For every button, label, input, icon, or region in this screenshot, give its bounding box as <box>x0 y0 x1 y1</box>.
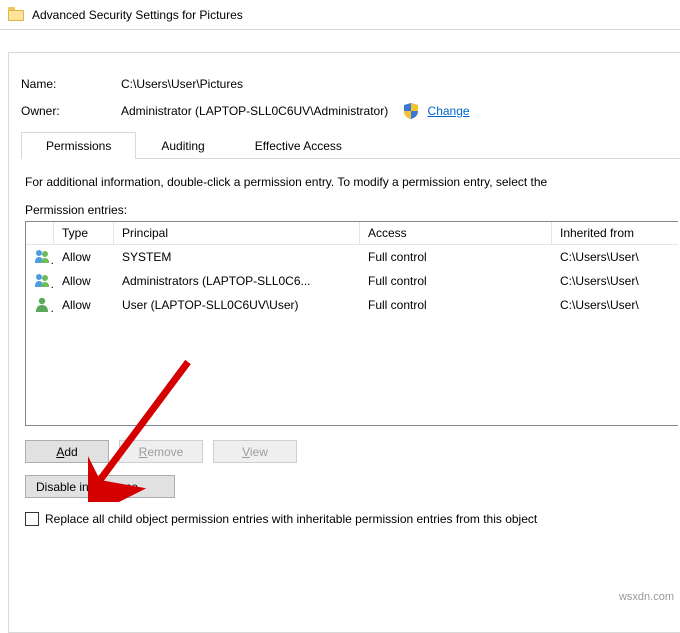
window-title: Advanced Security Settings for Pictures <box>32 8 243 22</box>
name-value: C:\Users\User\Pictures <box>121 77 243 91</box>
cell-access: Full control <box>360 248 552 266</box>
table-body: AllowSYSTEMFull controlC:\Users\User\All… <box>26 245 678 425</box>
add-button[interactable]: Add <box>25 440 109 463</box>
replace-checkbox-row: Replace all child object permission entr… <box>25 512 678 526</box>
tab-permissions[interactable]: Permissions <box>21 132 136 159</box>
remove-button: Remove <box>119 440 203 463</box>
titlebar: Advanced Security Settings for Pictures <box>0 0 680 30</box>
group-icon <box>34 248 50 264</box>
owner-value: Administrator (LAPTOP-SLL0C6UV\Administr… <box>121 104 388 118</box>
cell-type: Allow <box>54 272 114 290</box>
table-header-row: Type Principal Access Inherited from <box>26 222 678 245</box>
entries-label: Permission entries: <box>25 203 678 217</box>
disable-inheritance-button[interactable]: Disable inheritance <box>25 475 175 498</box>
cell-access: Full control <box>360 296 552 314</box>
cell-inherited: C:\Users\User\ <box>552 248 678 266</box>
cell-type: Allow <box>54 248 114 266</box>
watermark: wsxdn.com <box>619 591 674 603</box>
button-row: Add Remove View <box>25 440 678 463</box>
tab-auditing[interactable]: Auditing <box>136 132 229 159</box>
button-row-2: Disable inheritance <box>25 475 678 498</box>
cell-inherited: C:\Users\User\ <box>552 296 678 314</box>
column-header-inherited[interactable]: Inherited from <box>552 222 678 245</box>
replace-checkbox[interactable] <box>25 512 39 526</box>
user-icon <box>34 296 50 312</box>
tabstrip: Permissions Auditing Effective Access <box>21 131 680 159</box>
tab-effective-access[interactable]: Effective Access <box>230 132 367 159</box>
hint-text: For additional information, double-click… <box>25 175 678 189</box>
group-icon <box>34 272 50 288</box>
table-row[interactable]: AllowSYSTEMFull controlC:\Users\User\ <box>26 245 678 269</box>
name-label: Name: <box>21 77 121 91</box>
tab-content: For additional information, double-click… <box>21 159 680 526</box>
main-panel: Name: C:\Users\User\Pictures Owner: Admi… <box>8 52 680 633</box>
owner-row: Owner: Administrator (LAPTOP-SLL0C6UV\Ad… <box>21 103 680 119</box>
replace-checkbox-label: Replace all child object permission entr… <box>45 512 537 526</box>
cell-type: Allow <box>54 296 114 314</box>
column-header-access[interactable]: Access <box>360 222 552 245</box>
name-row: Name: C:\Users\User\Pictures <box>21 77 680 91</box>
owner-label: Owner: <box>21 104 121 118</box>
cell-principal: SYSTEM <box>114 248 360 266</box>
column-header-type[interactable]: Type <box>54 222 114 245</box>
cell-principal: Administrators (LAPTOP-SLL0C6... <box>114 272 360 290</box>
cell-inherited: C:\Users\User\ <box>552 272 678 290</box>
table-row[interactable]: AllowUser (LAPTOP-SLL0C6UV\User)Full con… <box>26 293 678 317</box>
column-header-principal[interactable]: Principal <box>114 222 360 245</box>
table-row[interactable]: AllowAdministrators (LAPTOP-SLL0C6...Ful… <box>26 269 678 293</box>
permissions-table: Type Principal Access Inherited from All… <box>25 221 678 426</box>
column-header-icon[interactable] <box>26 222 54 245</box>
cell-principal: User (LAPTOP-SLL0C6UV\User) <box>114 296 360 314</box>
folder-icon <box>8 9 24 21</box>
change-owner-link[interactable]: Change <box>428 104 470 118</box>
view-button: View <box>213 440 297 463</box>
cell-access: Full control <box>360 272 552 290</box>
shield-icon <box>404 103 418 119</box>
